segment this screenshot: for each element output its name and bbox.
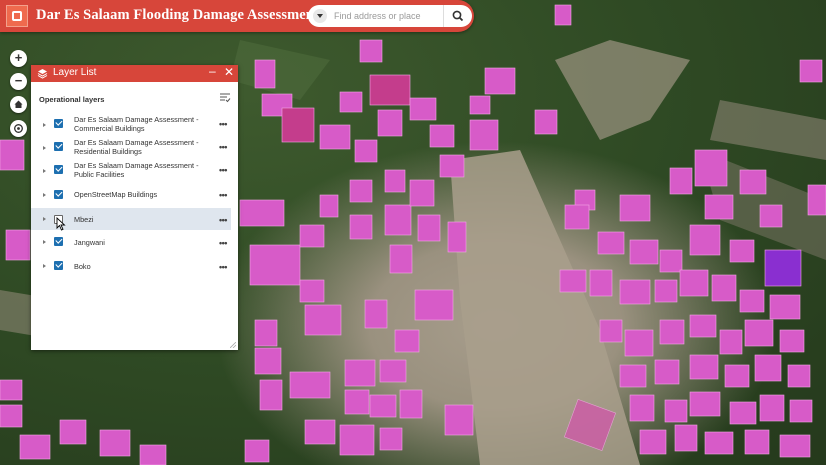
home-icon [14,100,23,108]
expand-caret-icon[interactable] [43,264,46,268]
layer-row-public-facilities[interactable]: Dar Es Salaam Damage Assessment - Public… [31,160,231,182]
expand-caret-icon[interactable] [43,217,46,221]
more-options-icon[interactable]: ••• [219,119,227,129]
zoom-out-button[interactable]: − [10,73,27,90]
app-logo-icon[interactable] [6,5,28,27]
more-options-icon[interactable]: ••• [219,142,227,152]
locate-icon [14,124,23,133]
expand-caret-icon[interactable] [43,193,46,197]
locate-button[interactable] [10,120,27,137]
layer-label: Boko [74,262,91,271]
resize-handle-icon[interactable] [230,342,236,348]
expand-caret-icon[interactable] [43,240,46,244]
layer-label: Mbezi [74,215,94,224]
expand-caret-icon[interactable] [43,169,46,173]
operational-layers-label: Operational layers [39,95,105,104]
zoom-in-button[interactable]: + [10,50,27,67]
layer-row-osm-buildings[interactable]: OpenStreetMap Buildings ••• [31,187,231,203]
layer-checkbox[interactable] [54,142,63,151]
more-options-icon[interactable]: ••• [219,238,227,248]
more-options-icon[interactable]: ••• [219,262,227,272]
home-button[interactable] [10,96,27,113]
more-options-icon[interactable]: ••• [219,165,227,175]
search-input[interactable] [334,8,444,24]
app-title: Dar Es Salaam Flooding Damage Assessment… [36,7,349,23]
layer-label: OpenStreetMap Buildings [74,190,158,199]
layer-label: Dar Es Salaam Damage Assessment - Public… [74,161,199,179]
layer-list-panel: Layer List – ✕ Operational layers Dar Es… [31,64,238,350]
minimize-icon[interactable]: – [209,64,216,78]
layer-row-boko[interactable]: Boko ••• [31,258,231,274]
layer-checkbox[interactable] [54,165,63,174]
layer-row-residential[interactable]: Dar Es Salaam Damage Assessment - Reside… [31,137,231,159]
layer-label: Jangwani [74,238,105,247]
panel-title: Layer List [53,67,97,78]
app-header: Dar Es Salaam Flooding Damage Assessment… [0,0,474,32]
toggle-all-layers-icon[interactable] [219,92,231,103]
mouse-pointer-icon [56,217,66,231]
search-button[interactable] [443,5,472,27]
layers-icon [37,69,48,79]
close-icon[interactable]: ✕ [224,65,234,79]
layer-row-commercial[interactable]: Dar Es Salaam Damage Assessment - Commer… [31,114,231,136]
expand-caret-icon[interactable] [43,146,46,150]
more-options-icon[interactable]: ••• [219,190,227,200]
layer-checkbox[interactable] [54,190,63,199]
layer-row-mbezi[interactable]: Mbezi ••• [31,208,231,231]
panel-header: Layer List – ✕ [31,64,238,82]
search-icon [452,10,464,22]
search-source-dropdown[interactable] [313,9,327,23]
layer-row-jangwani[interactable]: Jangwani ••• [31,234,231,250]
layer-label: Dar Es Salaam Damage Assessment - Reside… [74,138,199,156]
more-options-icon[interactable]: ••• [219,215,227,225]
layer-label: Dar Es Salaam Damage Assessment - Commer… [74,115,199,133]
layer-checkbox[interactable] [54,237,63,246]
search-box [308,5,472,27]
layer-checkbox[interactable] [54,119,63,128]
layer-checkbox[interactable] [54,261,63,270]
expand-caret-icon[interactable] [43,123,46,127]
